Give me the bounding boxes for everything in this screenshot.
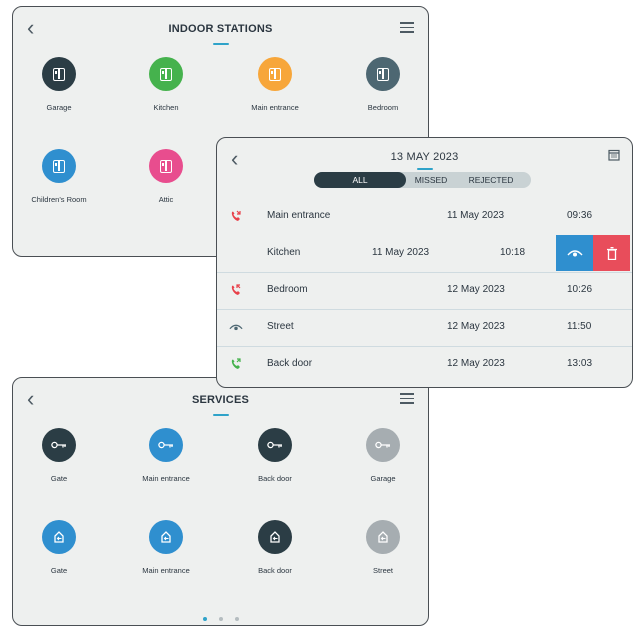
tab-rejected[interactable]: REJECTED [456, 172, 526, 188]
missed-call-icon [231, 210, 241, 221]
page-indicator [13, 608, 428, 625]
call-date: 12 May 2023 [447, 321, 505, 332]
station-label: Attic [158, 195, 174, 204]
key-icon [149, 428, 183, 462]
tab-missed[interactable]: MISSED [406, 172, 456, 188]
intercom-icon [149, 149, 183, 183]
key-icon [366, 428, 400, 462]
station-kitchen[interactable]: Kitchen [116, 57, 216, 112]
call-log-panel: ‹ 13 MAY 2023 ALL MISSED REJECTED Main e… [216, 137, 633, 388]
call-date: 12 May 2023 [447, 358, 505, 369]
service-label: Main entrance [142, 474, 190, 483]
call-date: 11 May 2023 [372, 247, 430, 258]
station-main-entrance[interactable]: Main entrance [225, 57, 325, 112]
station-label: Bedroom [367, 103, 399, 112]
caller-name: Bedroom [267, 284, 308, 295]
intercom-icon [42, 149, 76, 183]
list-menu-icon[interactable] [400, 393, 414, 405]
title-underline [212, 43, 229, 45]
eye-icon [566, 250, 583, 257]
key-icon [42, 428, 76, 462]
caller-name: Main entrance [267, 210, 331, 221]
call-date: 11 May 2023 [447, 210, 505, 221]
title-underline [416, 168, 433, 170]
service-gate[interactable]: Gate [13, 428, 109, 483]
call-time: 13:03 [567, 358, 593, 369]
title-underline [212, 414, 229, 416]
caller-name: Street [267, 321, 294, 332]
station-garage[interactable]: Garage [13, 57, 109, 112]
call-date: 12 May 2023 [447, 284, 505, 295]
caller-name: Back door [267, 358, 313, 369]
service-label: Garage [370, 474, 396, 483]
service-gate[interactable]: Gate [13, 520, 109, 575]
service-back-door[interactable]: Back door [225, 428, 325, 483]
house-enter-icon [258, 520, 292, 554]
service-street[interactable]: Street [333, 520, 428, 575]
station-label: Kitchen [153, 103, 179, 112]
service-main-entrance[interactable]: Main entrance [116, 428, 216, 483]
call-row[interactable]: Main entrance 11 May 2023 09:36 [217, 198, 632, 236]
page-dot[interactable] [218, 617, 223, 621]
house-enter-icon [42, 520, 76, 554]
header: ‹ INDOOR STATIONS [13, 7, 428, 53]
station-attic[interactable]: Attic [116, 149, 216, 204]
intercom-icon [366, 57, 400, 91]
page-title: 13 MAY 2023 [390, 151, 459, 163]
call-row[interactable]: Back door 12 May 2023 13:03 [217, 346, 632, 383]
services-panel: ‹ SERVICES Gate Main entrance Back door Gar… [12, 377, 429, 626]
monitor-icon [229, 324, 243, 331]
page-title: INDOOR STATIONS [168, 23, 273, 35]
call-row[interactable]: Bedroom 12 May 2023 10:26 [217, 272, 632, 310]
page-dot[interactable] [202, 617, 207, 621]
station-label: Garage [46, 103, 72, 112]
station-bedroom[interactable]: Bedroom [333, 57, 428, 112]
service-main-entrance[interactable]: Main entrance [116, 520, 216, 575]
house-enter-icon [366, 520, 400, 554]
service-label: Street [372, 566, 393, 575]
service-label: Back door [258, 566, 292, 575]
answered-call-icon [231, 358, 241, 369]
intercom-icon [258, 57, 292, 91]
tab-all[interactable]: ALL [314, 172, 406, 188]
filter-tabs: ALL MISSED REJECTED [314, 172, 531, 188]
calendar-icon[interactable] [608, 149, 620, 161]
service-garage[interactable]: Garage [333, 428, 428, 483]
call-row[interactable]: Street 12 May 2023 11:50 [217, 309, 632, 347]
intercom-icon [149, 57, 183, 91]
house-enter-icon [149, 520, 183, 554]
service-label: Main entrance [142, 566, 190, 575]
call-time: 10:26 [567, 284, 593, 295]
delete-button[interactable] [593, 235, 630, 271]
rejected-call-icon [231, 284, 241, 295]
page-title: SERVICES [191, 394, 250, 406]
call-row-swiped[interactable]: Kitchen 11 May 2023 10:18 [217, 235, 632, 273]
station-label: Children's Room [31, 195, 87, 204]
trash-icon [606, 246, 617, 260]
page-dot[interactable] [234, 617, 239, 621]
service-label: Gate [50, 566, 68, 575]
intercom-icon [42, 57, 76, 91]
service-label: Gate [50, 474, 68, 483]
station-label: Main entrance [251, 103, 299, 112]
caller-name: Kitchen [267, 247, 301, 258]
service-back-door[interactable]: Back door [225, 520, 325, 575]
key-icon [258, 428, 292, 462]
view-button[interactable] [556, 235, 593, 271]
call-time: 09:36 [567, 210, 593, 221]
list-menu-icon[interactable] [400, 22, 414, 34]
service-label: Back door [258, 474, 292, 483]
call-time: 11:50 [567, 321, 592, 332]
station-childrens-room[interactable]: Children's Room [13, 149, 109, 204]
call-time: 10:18 [500, 247, 526, 258]
